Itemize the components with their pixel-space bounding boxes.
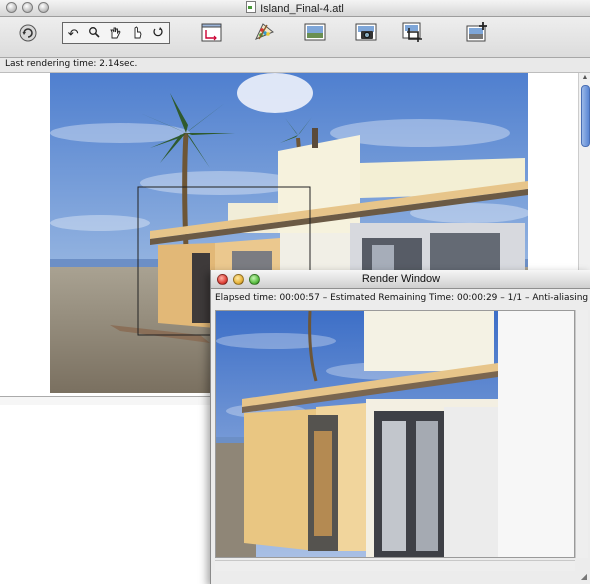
render-window-titlebar[interactable]: Render Window (211, 270, 590, 289)
rendering-time-text: Last rendering time: 2.14sec. (5, 59, 138, 69)
status-line: Last rendering time: 2.14sec. (0, 58, 590, 73)
crop-render-button[interactable] (401, 20, 425, 44)
navigation-tool-group: ↶ (62, 22, 170, 44)
render-window: Render Window Elapsed time: 00:00:57 – E… (210, 270, 590, 584)
render-preview-canvas[interactable] (215, 310, 575, 558)
render-horizontal-scrollbar[interactable] (215, 560, 575, 571)
camera-button[interactable] (354, 21, 378, 43)
window-title: Island_Final-4.atl (260, 3, 344, 15)
render-vertical-scrollbar[interactable] (575, 310, 588, 558)
rotate-icon[interactable] (152, 26, 164, 40)
render-progress-text: Elapsed time: 00:00:57 – Estimated Remai… (215, 293, 590, 303)
add-image-icon (466, 22, 487, 42)
select-hand-icon[interactable] (131, 25, 143, 41)
main-window-bottom-edge (0, 396, 212, 405)
render-status-bar: Elapsed time: 00:00:57 – Estimated Remai… (211, 289, 590, 309)
palette-button[interactable] (252, 21, 276, 43)
toolbar: ↶ (0, 17, 590, 58)
palette-icon (255, 23, 274, 40)
scroll-thumb[interactable] (581, 85, 590, 147)
background-image-icon (304, 23, 326, 41)
pan-hand-icon[interactable] (109, 26, 121, 41)
zoom-icon[interactable] (88, 26, 100, 40)
render-window-title: Render Window (361, 273, 441, 285)
add-image-button[interactable] (465, 20, 489, 44)
camera-icon (355, 23, 377, 41)
resize-grip-icon[interactable]: ◢ (579, 572, 589, 582)
main-titlebar[interactable]: Island_Final-4.atl (0, 0, 590, 17)
refresh-icon (19, 24, 37, 42)
background-image-button[interactable] (303, 21, 327, 43)
crop-render-icon (402, 22, 422, 42)
axes-icon (201, 23, 221, 41)
document-icon (246, 1, 257, 13)
refresh-button[interactable] (17, 22, 39, 44)
axes-button[interactable] (200, 21, 222, 43)
render-preview-image (216, 311, 574, 557)
window-title-wrap: Island_Final-4.atl (0, 1, 590, 15)
undo-icon[interactable]: ↶ (68, 27, 79, 40)
scroll-up-arrow[interactable]: ▲ (581, 74, 589, 82)
